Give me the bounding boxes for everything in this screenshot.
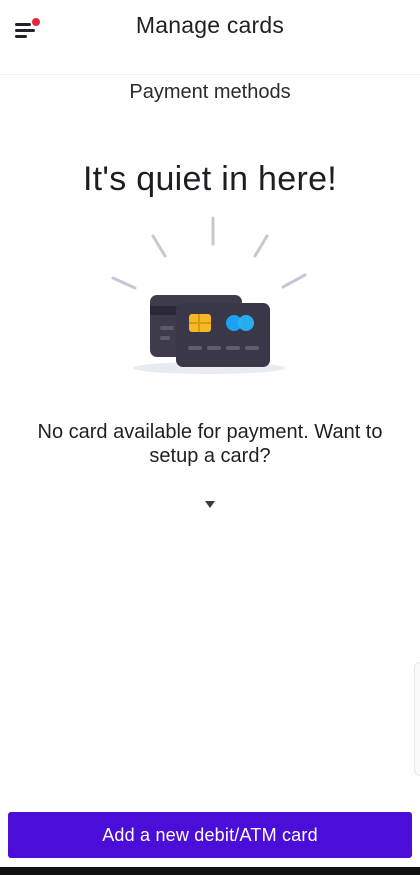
header-divider [0,74,420,75]
section-title: Payment methods [129,81,291,103]
page-title: Manage cards [135,12,285,38]
credit-cards-illustration [105,210,315,385]
add-card-button[interactable]: Add a new debit/ATM card [8,812,412,858]
app-header: Manage cards [0,0,420,56]
bottom-edge [0,867,420,875]
sparkle-lines-icon [111,216,307,290]
empty-state-message: No card available for payment. Want to s… [37,421,383,467]
expand-toggle[interactable] [198,494,222,514]
empty-state-heading: It's quiet in here! [82,160,338,198]
scroll-handle[interactable] [414,662,420,776]
chevron-down-icon [205,500,215,508]
manage-cards-screen: Manage cards Payment methods It's quiet … [0,0,420,875]
